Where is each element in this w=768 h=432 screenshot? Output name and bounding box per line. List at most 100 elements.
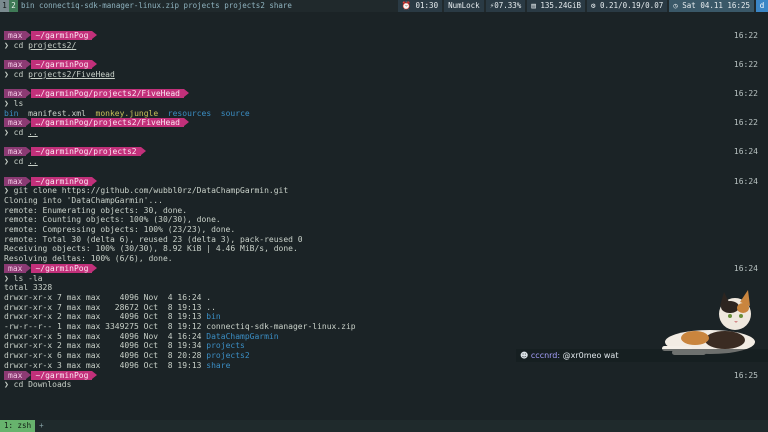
command-text: cd	[13, 69, 29, 79]
file-name: ..	[206, 302, 216, 312]
ls-long-entry: drwxr-xr-x 6 max max 4096 Oct 8 20:28 pr…	[4, 351, 250, 360]
prompt-arrow-icon: ❯	[4, 69, 14, 79]
file-name: .	[206, 292, 212, 302]
command-text: ls	[13, 98, 24, 108]
command-line: ❯ cd ..	[4, 128, 38, 137]
ls-entry: bin	[4, 108, 19, 118]
prompt-user: max	[4, 89, 27, 99]
ls-long-entry: drwxr-xr-x 3 max max 4096 Oct 8 19:13 sh…	[4, 361, 230, 370]
command-line: ❯ cd Downloads	[4, 380, 71, 389]
clock-value: 01:30	[415, 1, 439, 10]
prompt-separator-icon	[183, 89, 189, 98]
app-icon[interactable]: d	[756, 0, 768, 12]
prompt-separator-icon	[92, 370, 98, 379]
tmux-status-bar: 1: zsh +	[0, 420, 768, 432]
command-timestamp: 16:25	[733, 370, 758, 380]
prompt-line: max ~/garminPog	[4, 176, 98, 186]
previous-output-line: bin connectiq-sdk-manager-linux.zip proj…	[21, 1, 292, 10]
prompt-line: max ~/garminPog	[4, 60, 98, 70]
ls-long-entry: drwxr-xr-x 7 max max 28672 Oct 8 19:13 .…	[4, 303, 216, 312]
output-line: Cloning into 'DataChampGarmin'...	[4, 195, 163, 205]
prompt-path: ~/garminPog	[31, 31, 93, 40]
prompt-line: max ~/garminPog	[4, 263, 98, 273]
ls-entry: resources	[167, 108, 212, 118]
prompt-user: max	[4, 263, 27, 273]
file-metadata: drwxr-xr-x 7 max max 4096 Nov 4 16:24	[4, 292, 207, 302]
command-text: cd	[13, 40, 29, 50]
file-metadata: drwxr-xr-x 3 max max 4096 Oct 8 19:13	[4, 360, 207, 370]
prompt-user: max	[4, 176, 27, 186]
command-text: ls -la	[13, 273, 43, 283]
prompt-user: max	[4, 370, 27, 380]
prompt-arrow-icon: ❯	[4, 273, 14, 283]
file-metadata: drwxr-xr-x 5 max max 4096 Nov 4 16:24	[4, 331, 207, 341]
command-timestamp: 16:24	[733, 176, 758, 186]
workspace-2[interactable]: 2	[9, 0, 18, 12]
file-name: bin	[206, 312, 221, 322]
prompt-line: max ~/garminPog	[4, 31, 98, 40]
tmux-window-tab[interactable]: 1: zsh	[0, 420, 36, 432]
prompt-separator-icon	[92, 31, 98, 39]
command-text: git clone https://github.com/wubbl0rz/Da…	[13, 186, 289, 196]
file-name: connectiq-sdk-manager-linux.zip	[206, 322, 356, 331]
command-timestamp: 16:22	[733, 31, 758, 40]
prompt-user: max	[4, 118, 27, 128]
file-metadata: drwxr-xr-x 6 max max 4096 Oct 8 20:28	[4, 351, 207, 361]
ls-long-entry: drwxr-xr-x 2 max max 4096 Oct 8 19:13 bi…	[4, 312, 221, 321]
output-line: remote: Compressing objects: 100% (23/23…	[4, 225, 236, 234]
file-name: share	[206, 360, 231, 370]
prompt-arrow-icon: ❯	[4, 380, 14, 390]
command-line: ❯ ls -la	[4, 274, 43, 283]
prompt-line: max …/garminPog/projects2/FiveHead	[4, 89, 189, 99]
workspace-1[interactable]: 1	[0, 0, 9, 12]
file-name: DataChampGarmin	[206, 331, 279, 341]
prompt-path: ~/garminPog	[31, 60, 93, 70]
output-line: remote: Enumerating objects: 30, done.	[4, 205, 188, 215]
command-timestamp: 16:22	[733, 118, 758, 128]
prompt-line: max ~/garminPog	[4, 370, 98, 380]
new-window-button[interactable]: +	[35, 420, 48, 432]
command-argument: ..	[28, 128, 38, 137]
command-line: ❯ git clone https://github.com/wubbl0rz/…	[4, 186, 288, 195]
command-text: cd	[13, 128, 29, 137]
output-line: Receiving objects: 100% (30/30), 8.92 Ki…	[4, 244, 298, 254]
chat-overlay: ☻ cccnrd: @xr0meo wat	[516, 349, 768, 362]
ls-output: bin manifest.xml monkey.jungle resources…	[4, 109, 250, 118]
ls-entry: manifest.xml	[28, 108, 86, 118]
chat-message: @xr0meo wat	[562, 351, 619, 360]
prompt-path: …/garminPog/projects2/FiveHead	[31, 89, 184, 99]
command-timestamp: 16:24	[733, 147, 758, 157]
date-value: Sat 04.11 16:25	[682, 1, 750, 10]
prompt-separator-icon	[183, 118, 189, 127]
command-argument: projects2/FiveHead	[28, 69, 115, 79]
prompt-arrow-icon: ❯	[4, 157, 14, 167]
prompt-arrow-icon: ❯	[4, 40, 14, 50]
output-line: Resolving deltas: 100% (6/6), done.	[4, 254, 173, 264]
file-name: projects	[206, 341, 245, 351]
prompt-path: ~/garminPog/projects2	[31, 147, 141, 157]
prompt-line: max ~/garminPog/projects2	[4, 147, 146, 157]
ls-entry: monkey.jungle	[95, 108, 159, 118]
battery-status: ⚡07.33%	[485, 0, 526, 12]
clock-status: ⏰ 01:30	[397, 0, 443, 12]
disk-status: ▤ 135.24GiB	[527, 0, 585, 12]
command-text: cd	[13, 157, 29, 167]
prompt-path: …/garminPog/projects2/FiveHead	[31, 118, 184, 128]
command-line: ❯ cd ..	[4, 157, 38, 166]
prompt-arrow-icon: ❯	[4, 128, 14, 137]
command-line: ❯ cd projects2/FiveHead	[4, 70, 115, 79]
command-timestamp: 16:22	[733, 60, 758, 70]
command-text: cd Downloads	[13, 380, 72, 390]
date-status: ◷ Sat 04.11 16:25	[669, 0, 754, 12]
prompt-separator-icon	[92, 263, 98, 272]
ls-long-entry: drwxr-xr-x 2 max max 4096 Oct 8 19:34 pr…	[4, 341, 245, 350]
system-status: ⏰ 01:30 NumLock ⚡07.33% ▤ 135.24GiB ⚙ 0.…	[396, 0, 768, 12]
top-status-bar: 1 2 bin connectiq-sdk-manager-linux.zip …	[0, 0, 768, 12]
prompt-user: max	[4, 31, 27, 40]
prompt-line: max …/garminPog/projects2/FiveHead	[4, 118, 189, 128]
prompt-user: max	[4, 60, 27, 70]
command-argument: projects2/	[28, 40, 77, 50]
prompt-separator-icon	[140, 147, 146, 156]
load-status: ⚙ 0.21/0.19/0.07	[586, 0, 668, 12]
load-value: 0.21/0.19/0.07	[600, 1, 664, 10]
